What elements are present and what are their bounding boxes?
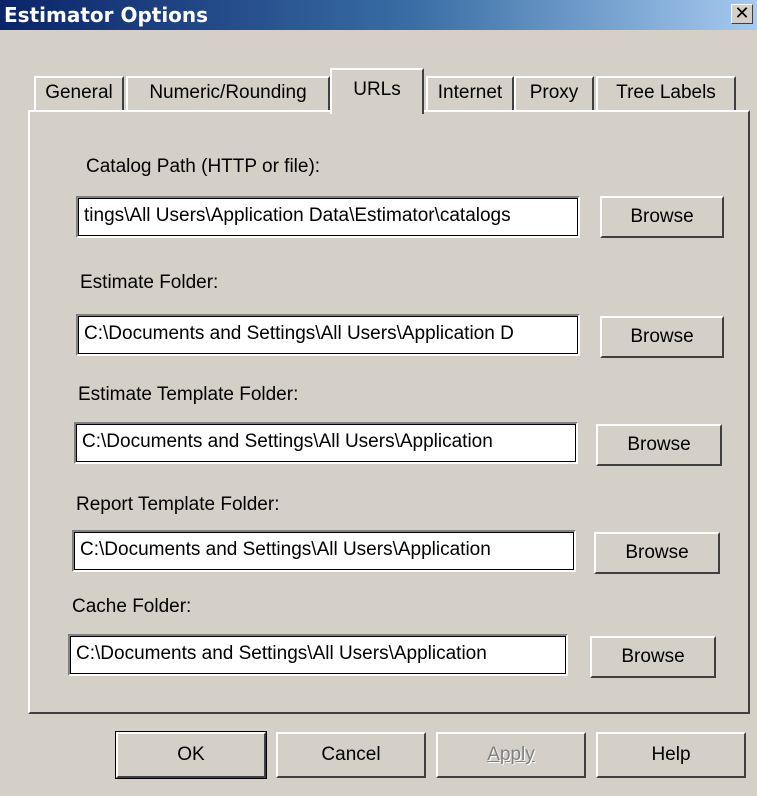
cancel-button[interactable]: Cancel [276,732,426,778]
estimate-template-folder-label: Estimate Template Folder: [78,384,299,405]
catalog-path-label: Catalog Path (HTTP or file): [86,156,321,177]
estimate-folder-input[interactable]: C:\Documents and Settings\All Users\Appl… [76,314,580,356]
close-icon[interactable]: ✕ [731,4,753,24]
tab-proxy[interactable]: Proxy [514,76,594,112]
apply-button-label: Apply [487,744,535,765]
report-template-folder-input[interactable]: C:\Documents and Settings\All Users\Appl… [72,530,576,572]
cache-folder-input[interactable]: C:\Documents and Settings\All Users\Appl… [68,634,568,676]
report-template-folder-browse-button[interactable]: Browse [594,532,720,574]
cache-folder-browse-button[interactable]: Browse [590,636,716,678]
title-bar: Estimator Options ✕ [0,0,757,30]
estimate-template-folder-input[interactable]: C:\Documents and Settings\All Users\Appl… [74,422,578,464]
tab-general[interactable]: General [34,76,124,112]
estimate-template-folder-browse-button[interactable]: Browse [596,424,722,466]
report-template-folder-label: Report Template Folder: [76,494,280,515]
tab-panel-urls: Catalog Path (HTTP or file): tings\All U… [28,110,750,714]
estimate-folder-label: Estimate Folder: [80,272,219,293]
ok-button[interactable]: OK [115,731,267,779]
apply-button: Apply [436,732,586,778]
catalog-path-input[interactable]: tings\All Users\Application Data\Estimat… [76,196,580,238]
tab-internet[interactable]: Internet [426,76,514,112]
tab-numeric-rounding[interactable]: Numeric/Rounding [126,76,330,112]
catalog-path-browse-button[interactable]: Browse [600,196,724,238]
tab-urls[interactable]: URLs [330,68,424,114]
tab-tree-labels[interactable]: Tree Labels [596,76,736,112]
window-title: Estimator Options [4,3,209,27]
cache-folder-label: Cache Folder: [72,596,192,617]
help-button[interactable]: Help [596,732,746,778]
estimate-folder-browse-button[interactable]: Browse [600,316,724,358]
